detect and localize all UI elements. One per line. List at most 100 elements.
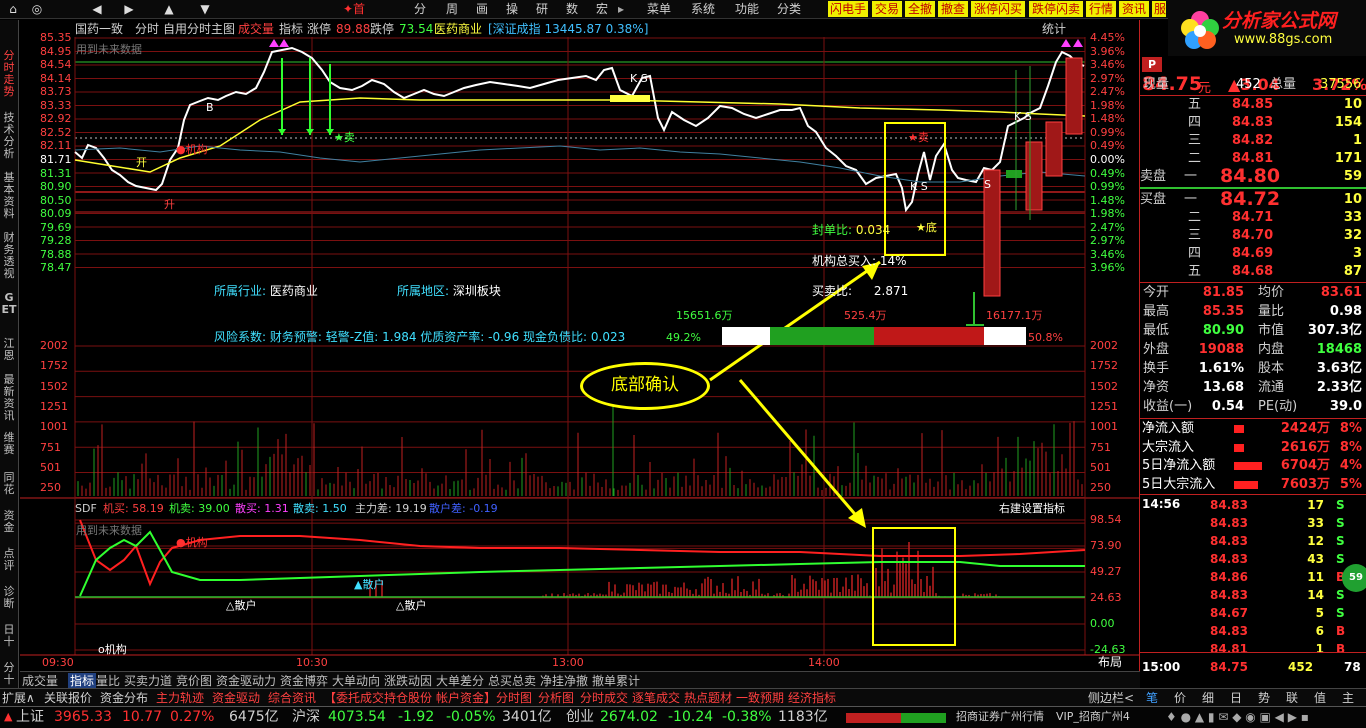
sh-change: 10.77 (122, 709, 163, 725)
flow-bar (1234, 425, 1244, 433)
bottom-tab[interactable]: 分时成交 (580, 690, 628, 706)
indicator-tab[interactable]: 资金驱动力 (216, 673, 276, 689)
bottom-mark: ★底 (916, 221, 937, 234)
indicator-settings-note[interactable]: 右建设置指标 (999, 502, 1065, 516)
indicator-tab[interactable]: 资金博弈 (280, 673, 328, 689)
side-tab[interactable]: 值 (1314, 690, 1326, 706)
sell-price[interactable]: 84.83 (1232, 114, 1273, 132)
tick-side: S (1336, 588, 1345, 602)
bottom-tab[interactable]: 资金驱动 (212, 690, 260, 706)
bottom-tab[interactable]: 分析图 (538, 690, 574, 706)
indicator-tab[interactable]: 指标 (68, 673, 97, 689)
stat-a: 外盘 (1143, 342, 1170, 357)
buy-price[interactable]: 84.69 (1232, 245, 1273, 263)
sell-price[interactable]: 84.82 (1232, 132, 1273, 150)
tick-row: 84.81 1 B (1140, 640, 1366, 658)
flow-row: 净流入额 2424万 8% (1140, 420, 1366, 438)
stat-c: 内盘 (1258, 342, 1285, 357)
tick-price: 84.83 (1210, 624, 1248, 638)
vaxisr-label: 2002 (1090, 339, 1118, 352)
side-tab[interactable]: 笔 (1146, 690, 1158, 706)
shc-value: 散户差: -0.19 (429, 502, 498, 515)
sh-label[interactable]: 上证 (16, 707, 44, 727)
sell-level: 二 (1188, 151, 1202, 166)
annotation-bubble: 底部确认 (580, 362, 710, 410)
sell-volume: 154 (1334, 115, 1362, 130)
side-tab[interactable]: 日 (1230, 690, 1242, 706)
bottom-tab[interactable]: 主力轨迹 (156, 690, 204, 706)
sell-price[interactable]: 84.85 (1232, 96, 1273, 114)
stat-a: 最低 (1143, 323, 1170, 338)
bottom-tab[interactable]: 帐户资金】 (436, 690, 496, 706)
side-tab[interactable]: 价 (1174, 690, 1186, 706)
side-tab[interactable]: 主 (1342, 690, 1354, 706)
layout-button[interactable]: 布局 (1098, 656, 1122, 669)
flow-label: 5日净流入额 (1142, 458, 1216, 473)
status-icons[interactable]: ♦ ● ▲ ▮ ✉ ◆ ◉ ▣ ◀ ▶ ▪ (1166, 707, 1309, 727)
indicator-tab[interactable]: 量比 (96, 673, 120, 689)
sell-volume: 59 (1343, 169, 1362, 184)
float-badge[interactable]: 59 (1342, 564, 1366, 592)
bottom-tab[interactable]: 扩展∧ (2, 690, 35, 706)
bottom-tab[interactable]: 热点题材 (684, 690, 732, 706)
pctaxis-label: 3.46% (1090, 58, 1125, 72)
flow-value: 7603万 (1280, 476, 1330, 492)
vaxis-label: 501 (40, 460, 61, 474)
indicator-tab[interactable]: 涨跌动因 (384, 673, 432, 689)
bottom-tab[interactable]: 逐笔成交 (632, 690, 680, 706)
vaxisr-label: 1001 (1090, 420, 1118, 434)
sell-price[interactable]: 84.80 (1220, 167, 1280, 186)
paxis-label: 80.09 (40, 207, 72, 221)
indicator-future-note: 用到未来数据 (76, 524, 142, 537)
pctaxis-label: 3.46% (1090, 247, 1125, 261)
side-tab[interactable]: 细 (1202, 690, 1214, 706)
chart-bg (20, 37, 1139, 670)
indicator-tab[interactable]: 大单动向 (332, 673, 380, 689)
bottom-tab[interactable]: 一致预期 (736, 690, 784, 706)
tick-row: 84.83 17 S (1140, 496, 1366, 514)
tick-price: 84.83 (1210, 534, 1248, 548)
indicator-tab[interactable]: 竞价图 (176, 673, 212, 689)
indicator-tab[interactable]: 买卖力道 (124, 673, 172, 689)
iaxis-label: 49.27 (1090, 565, 1122, 578)
tick-side: S (1336, 534, 1345, 548)
industry-info: 所属行业: 医药商业 (214, 284, 318, 298)
stat-a: 换手 (1143, 361, 1170, 376)
sidebar-toggle[interactable]: 侧边栏< (1088, 690, 1134, 706)
tick-price: 84.67 (1210, 606, 1248, 620)
stat-c: 股本 (1258, 361, 1285, 376)
buy-price[interactable]: 84.68 (1232, 263, 1273, 281)
bottom-tab[interactable]: 【委托成交 (324, 690, 384, 706)
indicator-tab[interactable]: 净挂净撤 (540, 673, 588, 689)
stat-d: 2.33亿 (1316, 380, 1362, 395)
vaxisr-label: 1502 (1090, 379, 1118, 393)
indicator-tab[interactable]: 撤单累计 (592, 673, 640, 689)
bottom-tab[interactable]: 经济指标 (788, 690, 836, 706)
cy-label[interactable]: 创业 (566, 707, 594, 727)
bottom-tab[interactable]: 分时图 (496, 690, 532, 706)
buy-price[interactable]: 84.72 (1220, 190, 1280, 209)
up-arrow-icon: ▲ (4, 710, 13, 723)
indicator-tab[interactable]: 大单差分 (436, 673, 484, 689)
bottom-tab[interactable]: 关联报价 (44, 690, 92, 706)
buy-price[interactable]: 84.70 (1232, 227, 1273, 245)
bottom-tab[interactable]: 综合资讯 (268, 690, 316, 706)
tick-price: 84.83 (1210, 552, 1248, 566)
stat-c: 均价 (1258, 285, 1285, 300)
side-tab[interactable]: 势 (1258, 690, 1270, 706)
bottom-tab[interactable]: 持仓股份 (384, 690, 432, 706)
sell-volume: 10 (1343, 97, 1362, 112)
jigou-mark: ●机构 (176, 143, 208, 156)
indicator-tab[interactable]: 成交量 (22, 673, 58, 689)
pctaxis-label: 1.98% (1090, 98, 1125, 112)
tick-price: 84.83 (1210, 588, 1248, 602)
buy-price[interactable]: 84.71 (1232, 209, 1273, 227)
bottom-tab[interactable]: 资金分布 (100, 690, 148, 706)
hs-label[interactable]: 沪深 (292, 707, 320, 727)
side-tab[interactable]: 联 (1286, 690, 1298, 706)
sell-level: 一 (1184, 169, 1198, 184)
indicator-name[interactable]: SDF (75, 502, 97, 516)
bar-red (874, 327, 984, 345)
indicator-tab[interactable]: 总买总卖 (488, 673, 536, 689)
stat-d: 83.61 (1320, 285, 1362, 300)
